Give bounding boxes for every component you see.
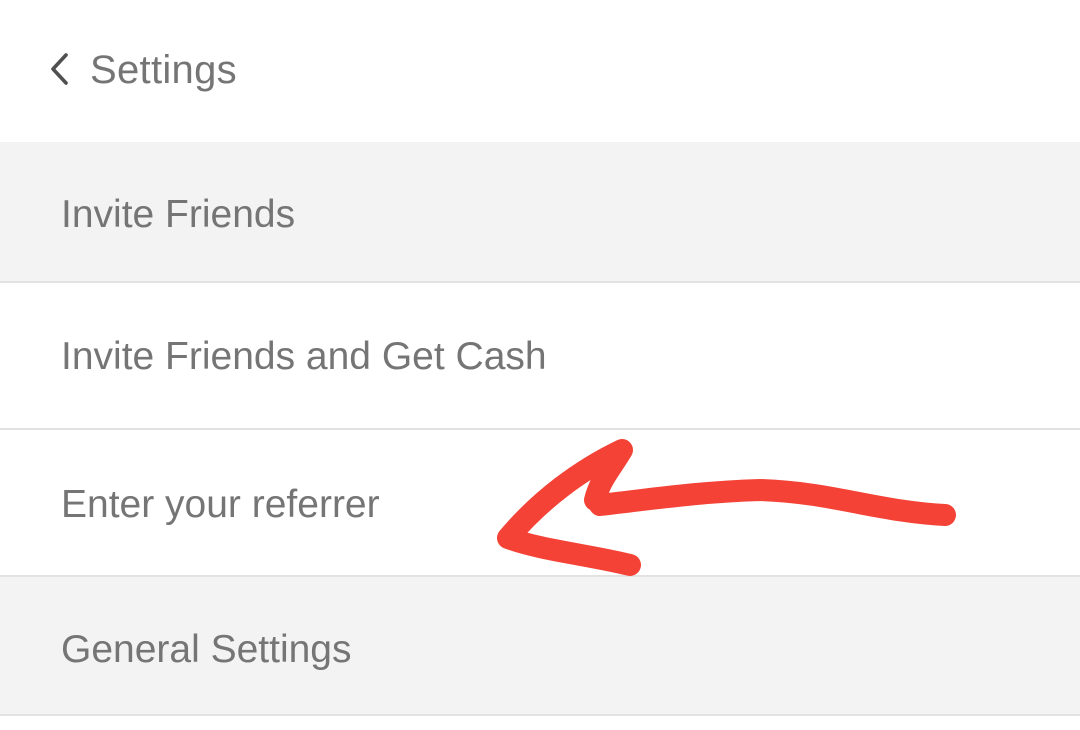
menu-item-label: Invite Friends and Get Cash: [61, 335, 547, 378]
section-label-general-settings: General Settings: [61, 628, 352, 671]
section-invite-friends: Invite Friends: [0, 142, 1080, 281]
section-label-invite-friends: Invite Friends: [61, 193, 296, 236]
menu-item-invite-friends-get-cash[interactable]: Invite Friends and Get Cash: [0, 283, 1080, 428]
menu-item-enter-referrer[interactable]: Enter your referrer: [0, 430, 1080, 575]
menu-item-label: Enter your referrer: [61, 483, 380, 526]
settings-screen: Settings Invite Friends Invite Friends a…: [0, 0, 1080, 730]
page-title: Settings: [90, 48, 237, 92]
section-general-settings: General Settings: [0, 577, 1080, 714]
divider: [0, 714, 1080, 716]
app-header: Settings: [0, 0, 1080, 142]
back-button[interactable]: [40, 44, 80, 94]
chevron-left-icon: [51, 53, 68, 85]
